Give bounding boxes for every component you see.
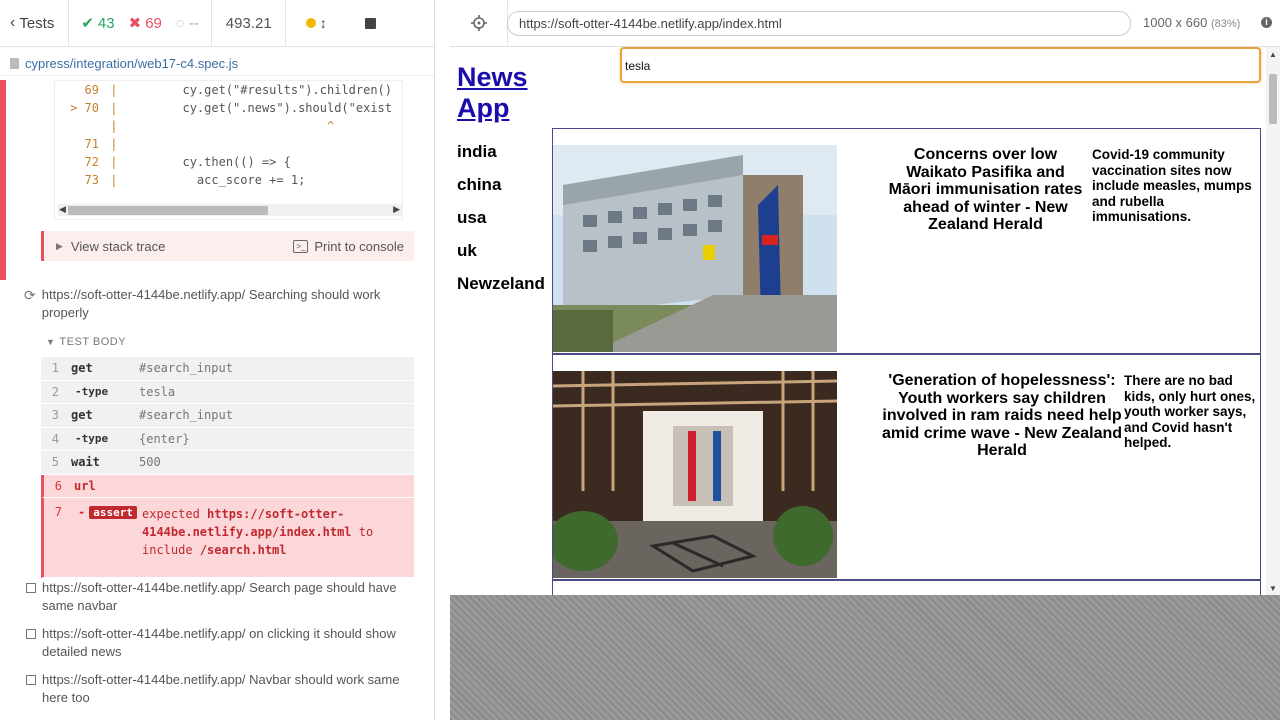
news-card[interactable]: Concerns over low Waikato Pasifika and M…: [552, 128, 1261, 354]
code-line: 72 | cy.then(() => {: [84, 155, 291, 169]
nav-item-uk[interactable]: uk: [457, 242, 545, 275]
news-image-storefront: [553, 371, 837, 578]
news-title[interactable]: Concerns over low Waikato Pasifika and M…: [883, 146, 1088, 234]
view-stack-trace-toggle[interactable]: ▶ View stack trace: [44, 239, 165, 254]
pending-count: ◌ --: [175, 14, 199, 32]
command-row[interactable]: 1 get #search_input: [41, 357, 414, 381]
pending-test[interactable]: https://soft-otter-4144be.netlify.app/ N…: [26, 671, 406, 707]
check-icon: ✔: [81, 15, 94, 32]
reporter-panel: ‹ Tests ✔ 43 ✖ 69 ◌ -- 493.21 ↕ cypress/…: [0, 0, 435, 720]
nav-item-india[interactable]: india: [457, 143, 545, 176]
tests-button[interactable]: ‹ Tests: [0, 0, 70, 47]
current-test-title[interactable]: ⟳ https://soft-otter-4144be.netlify.app/…: [24, 286, 404, 322]
selector-playground-button[interactable]: [450, 0, 508, 47]
runner-controls: ↕: [286, 0, 376, 47]
stats-bar: ‹ Tests ✔ 43 ✖ 69 ◌ -- 493.21 ↕: [0, 0, 434, 47]
pending-checkbox-icon: [26, 629, 36, 639]
command-log: 1 get #search_input 2 -type tesla 3 get #searc…: [41, 357, 414, 578]
cross-icon: ✖: [128, 15, 142, 32]
news-card[interactable]: 'Generation of hopelessness': Youth work…: [552, 354, 1261, 580]
auto-scroll-toggle[interactable]: ↕: [305, 15, 327, 31]
search-input[interactable]: tesla: [620, 47, 1261, 83]
pending-checkbox-icon: [26, 583, 36, 593]
pending-test[interactable]: https://soft-otter-4144be.netlify.app/ o…: [26, 625, 406, 661]
aut-iframe: News App tesla india china usa uk Newzel…: [450, 47, 1280, 595]
chevron-left-icon: ‹: [10, 14, 16, 31]
assert-row-failed[interactable]: 7 - assert expected https://soft-otter-41…: [41, 498, 414, 578]
news-image-hospital: [553, 145, 837, 352]
app-logo-link[interactable]: News App: [457, 62, 528, 124]
news-description: Covid-19 community vaccination sites now…: [1092, 147, 1252, 224]
caret-down-icon: ▼: [46, 337, 56, 347]
arrow-down-icon[interactable]: ▼: [1269, 584, 1277, 593]
pending-checkbox-icon: [26, 675, 36, 685]
viewport-info: 1000 x 660 (83%): [1143, 15, 1241, 30]
assert-badge: assert: [89, 506, 137, 519]
code-line: 71 |: [84, 137, 125, 151]
code-line-highlight: > 70 | cy.get(".news").should("exist: [70, 101, 392, 115]
print-to-console-button[interactable]: >_ Print to console: [293, 239, 414, 254]
aut-background: [450, 595, 1280, 720]
command-row[interactable]: 3 get #search_input: [41, 404, 414, 428]
running-dot-icon: [305, 18, 316, 28]
news-results: Concerns over low Waikato Pasifika and M…: [552, 128, 1261, 595]
arrow-left-icon[interactable]: ◀: [59, 204, 66, 215]
aut-header: https://soft-otter-4144be.netlify.app/in…: [450, 0, 1280, 47]
test-body-header[interactable]: ▼ TEST BODY: [46, 336, 126, 348]
scrollbar-thumb[interactable]: [68, 206, 268, 215]
nav-item-usa[interactable]: usa: [457, 209, 545, 242]
terminal-icon: >_: [293, 239, 309, 253]
spec-path-label: cypress/integration/web17-c4.spec.js: [25, 56, 239, 71]
arrows-vertical-icon: ↕: [319, 15, 327, 31]
assert-message: expected https://soft-otter-4144be.netli…: [142, 507, 374, 557]
stack-trace-row: ▶ View stack trace >_ Print to console: [41, 231, 414, 261]
file-icon: [10, 58, 19, 69]
code-line: 73 | acc_score += 1;: [84, 173, 306, 187]
command-row[interactable]: 4 -type {enter}: [41, 427, 414, 451]
passed-count: ✔ 43: [81, 14, 115, 33]
tests-label: Tests: [19, 14, 55, 32]
scrollbar-thumb[interactable]: [1269, 74, 1277, 124]
spinner-icon: ◌: [175, 14, 185, 32]
spec-file-link[interactable]: cypress/integration/web17-c4.spec.js: [0, 52, 434, 76]
stop-icon[interactable]: [364, 17, 376, 29]
crosshair-icon: [470, 15, 487, 31]
arrow-up-icon[interactable]: ▲: [1269, 50, 1277, 59]
failed-indicator: [0, 80, 6, 280]
news-description: There are no bad kids, only hurt ones, y…: [1124, 373, 1256, 450]
command-row[interactable]: 2 -type tesla: [41, 380, 414, 404]
nav-item-newzeland[interactable]: Newzeland: [457, 275, 545, 308]
cypress-runner: ‹ Tests ✔ 43 ✖ 69 ◌ -- 493.21 ↕ cypress/…: [0, 0, 1280, 720]
caret-right-icon: ▶: [56, 240, 63, 251]
arrow-right-icon[interactable]: ▶: [393, 204, 400, 215]
command-row-failed[interactable]: 6 url: [41, 474, 414, 498]
pending-test[interactable]: https://soft-otter-4144be.netlify.app/ S…: [26, 579, 406, 615]
code-line: 69 | cy.get("#results").children(): [84, 83, 392, 97]
news-card[interactable]: [552, 580, 1261, 595]
country-nav: india china usa uk Newzeland: [457, 143, 545, 308]
news-title[interactable]: 'Generation of hopelessness': Youth work…: [878, 372, 1126, 460]
info-icon[interactable]: i: [1261, 17, 1272, 28]
duration: 493.21: [212, 0, 286, 47]
nav-item-china[interactable]: china: [457, 176, 545, 209]
code-line: | ^: [103, 119, 335, 133]
test-counts: ✔ 43 ✖ 69 ◌ --: [69, 0, 212, 47]
aut-scrollbar[interactable]: ▲ ▼: [1266, 47, 1280, 595]
code-horizontal-scrollbar[interactable]: ◀ ▶: [58, 204, 403, 216]
aut-url-bar[interactable]: https://soft-otter-4144be.netlify.app/in…: [507, 11, 1131, 36]
command-row[interactable]: 5 wait 500: [41, 451, 414, 475]
failed-count: ✖ 69: [128, 14, 162, 33]
code-frame: 69 | cy.get("#results").children() > 70 …: [54, 80, 403, 220]
refresh-icon: ⟳: [24, 287, 36, 303]
